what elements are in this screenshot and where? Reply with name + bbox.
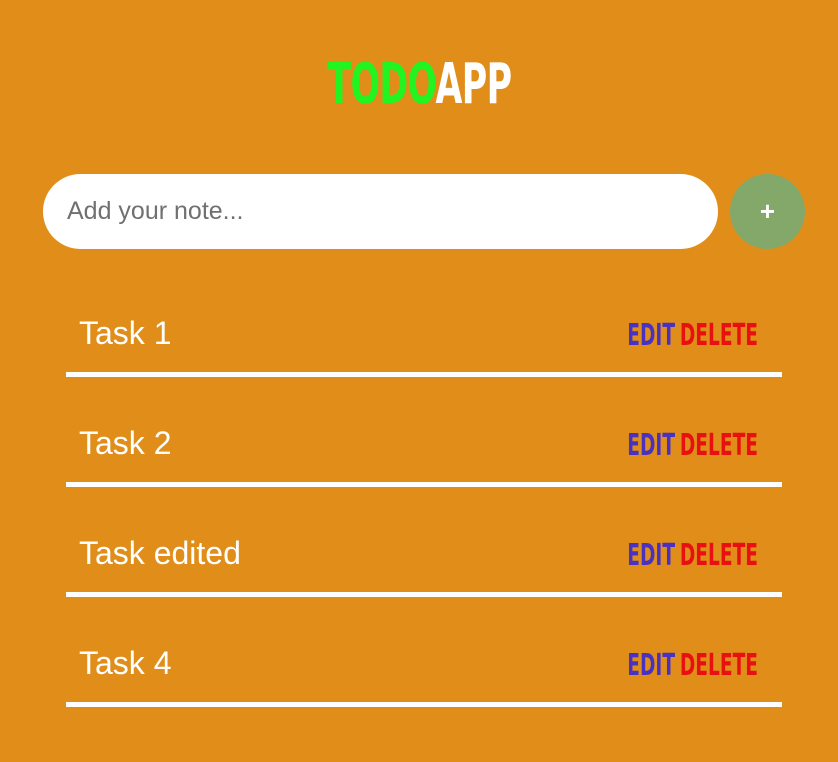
task-item: Task edited EDIT DELETE	[66, 518, 782, 597]
task-item: Task 1 EDIT DELETE	[66, 298, 782, 377]
task-item: Task 2 EDIT DELETE	[66, 408, 782, 487]
task-list: Task 1 EDIT DELETE Task 2 EDIT DELETE Ta…	[66, 298, 782, 738]
task-actions: EDIT DELETE	[598, 318, 758, 354]
edit-button[interactable]: EDIT	[627, 648, 675, 684]
edit-button[interactable]: EDIT	[627, 318, 675, 354]
delete-button[interactable]: DELETE	[680, 318, 758, 354]
delete-button[interactable]: DELETE	[680, 648, 758, 684]
task-actions: EDIT DELETE	[598, 538, 758, 574]
task-text: Task edited	[79, 535, 241, 571]
task-actions: EDIT DELETE	[598, 648, 758, 684]
task-text: Task 4	[79, 645, 172, 681]
delete-button[interactable]: DELETE	[680, 538, 758, 574]
note-input[interactable]	[43, 174, 718, 249]
task-item: Task 4 EDIT DELETE	[66, 628, 782, 707]
app-title: TODOAPP	[0, 50, 838, 120]
app-title-todo: TODO	[326, 51, 436, 117]
edit-button[interactable]: EDIT	[627, 538, 675, 574]
add-button[interactable]: +	[730, 174, 805, 249]
task-actions: EDIT DELETE	[598, 428, 758, 464]
edit-button[interactable]: EDIT	[627, 428, 675, 464]
delete-button[interactable]: DELETE	[680, 428, 758, 464]
app-title-app: APP	[435, 51, 512, 117]
task-text: Task 1	[79, 315, 172, 351]
task-text: Task 2	[79, 425, 172, 461]
